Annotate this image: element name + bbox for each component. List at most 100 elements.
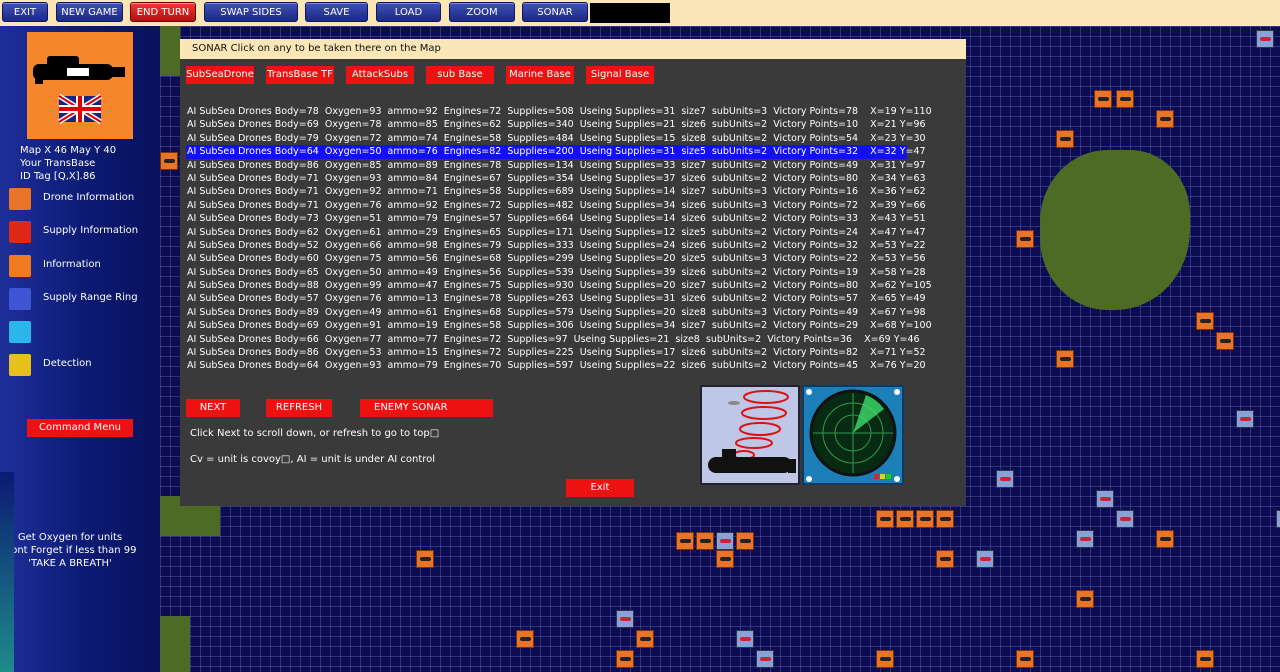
map-unit[interactable] [896, 510, 914, 528]
sonar-contact-list: AI SubSea Drones Body=78 Oxygen=93 ammo=… [186, 105, 966, 373]
map-unit[interactable] [516, 630, 534, 648]
map-unit[interactable] [676, 532, 694, 550]
filter-transbase-button[interactable]: TransBase TF [266, 66, 334, 84]
map-unit[interactable] [1056, 350, 1074, 368]
map-unit[interactable] [636, 630, 654, 648]
filter-sub-base-button[interactable]: sub Base [426, 66, 494, 84]
filter-subseadrone-button[interactable]: SubSeaDrone [186, 66, 254, 84]
map-unit[interactable] [876, 650, 894, 668]
sonar-contact-row[interactable]: AI SubSea Drones Body=73 Oxygen=51 ammo=… [186, 212, 966, 225]
sonar-contact-row[interactable]: AI SubSea Drones Body=86 Oxygen=85 ammo=… [186, 159, 966, 172]
map-unit[interactable] [1156, 110, 1174, 128]
sidebar-item-cyan-tile[interactable] [9, 321, 159, 343]
info-cross-icon [9, 255, 31, 277]
base-name: Your TransBase [20, 158, 96, 169]
map-unit[interactable] [1096, 490, 1114, 508]
sidebar: Map X 46 May Y 40 Your TransBase ID Tag … [0, 26, 160, 672]
map-unit[interactable] [736, 532, 754, 550]
radar-scope-icon [806, 389, 900, 482]
radar-illustration [802, 385, 904, 485]
map-unit[interactable] [1076, 530, 1094, 548]
sonar-contact-row[interactable]: AI SubSea Drones Body=71 Oxygen=76 ammo=… [186, 199, 966, 212]
map-unit[interactable] [1116, 510, 1134, 528]
top-toolbar: EXIT NEW GAME END TURN SWAP SIDES SAVE L… [0, 0, 1280, 26]
sidebar-item-detection[interactable]: Detection [9, 354, 159, 376]
sonar-contact-row[interactable]: AI SubSea Drones Body=64 Oxygen=50 ammo=… [186, 145, 926, 159]
uk-flag-icon [57, 93, 103, 125]
map-unit[interactable] [616, 650, 634, 668]
map-unit[interactable] [1016, 650, 1034, 668]
map-unit[interactable] [716, 550, 734, 568]
map-unit[interactable] [756, 650, 774, 668]
oxygen-tip-line-2: Dont Forget if less than 99 [3, 545, 137, 556]
map-unit[interactable] [1156, 530, 1174, 548]
refresh-button[interactable]: REFRESH [266, 399, 332, 417]
range-ring-icon [9, 288, 31, 310]
map-unit[interactable] [736, 630, 754, 648]
map-unit[interactable] [1116, 90, 1134, 108]
zoom-button[interactable]: ZOOM [449, 2, 515, 22]
sidebar-item-label: Supply Information [43, 225, 139, 236]
sonar-contact-row[interactable]: AI SubSea Drones Body=57 Oxygen=76 ammo=… [186, 292, 966, 305]
sonar-contact-row[interactable]: AI SubSea Drones Body=69 Oxygen=78 ammo=… [186, 118, 966, 131]
map-unit[interactable] [1056, 130, 1074, 148]
map-unit[interactable] [1236, 410, 1254, 428]
map-unit[interactable] [416, 550, 434, 568]
save-button[interactable]: SAVE [305, 2, 368, 22]
drone-icon [9, 188, 31, 210]
map-unit[interactable] [696, 532, 714, 550]
command-menu-button[interactable]: Command Menu [27, 419, 133, 437]
sonar-contact-row[interactable]: AI SubSea Drones Body=52 Oxygen=66 ammo=… [186, 239, 966, 252]
map-unit[interactable] [1094, 90, 1112, 108]
new-game-button[interactable]: NEW GAME [56, 2, 123, 22]
map-unit[interactable] [976, 550, 994, 568]
sonar-contact-row[interactable]: AI SubSea Drones Body=89 Oxygen=49 ammo=… [186, 306, 966, 319]
sidebar-item-supply-information[interactable]: Supply Information [9, 221, 159, 243]
sidebar-item-drone-information[interactable]: Drone Information [9, 188, 159, 210]
map-unit[interactable] [1276, 510, 1280, 528]
map-unit[interactable] [1076, 590, 1094, 608]
map-unit[interactable] [996, 470, 1014, 488]
map-unit[interactable] [916, 510, 934, 528]
load-button[interactable]: LOAD [376, 2, 441, 22]
map-unit[interactable] [160, 152, 178, 170]
map-unit[interactable] [716, 532, 734, 550]
filter-marine-base-button[interactable]: Marine Base [506, 66, 574, 84]
unit-portrait [27, 32, 133, 139]
map-unit[interactable] [1196, 650, 1214, 668]
oxygen-tip-line-1: Get Oxygen for units [17, 532, 123, 543]
map-unit[interactable] [1216, 332, 1234, 350]
sonar-contact-row[interactable]: AI SubSea Drones Body=71 Oxygen=92 ammo=… [186, 185, 966, 198]
sonar-contact-row[interactable]: AI SubSea Drones Body=69 Oxygen=91 ammo=… [186, 319, 966, 332]
detection-icon [9, 354, 31, 376]
sonar-contact-row[interactable]: AI SubSea Drones Body=66 Oxygen=77 ammo=… [186, 333, 966, 346]
sonar-contact-row[interactable]: AI SubSea Drones Body=62 Oxygen=61 ammo=… [186, 226, 966, 239]
map-unit[interactable] [1016, 230, 1034, 248]
map-unit[interactable] [1256, 30, 1274, 48]
filter-signal-base-button[interactable]: Signal Base [586, 66, 654, 84]
submarine-sonar-icon [702, 387, 798, 483]
map-unit[interactable] [616, 610, 634, 628]
sonar-contact-row[interactable]: AI SubSea Drones Body=71 Oxygen=93 ammo=… [186, 172, 966, 185]
end-turn-button[interactable]: END TURN [130, 2, 196, 22]
swap-sides-button[interactable]: SWAP SIDES [204, 2, 298, 22]
sidebar-item-information[interactable]: Information [9, 255, 159, 277]
exit-button[interactable]: EXIT [2, 2, 48, 22]
sonar-contact-row[interactable]: AI SubSea Drones Body=86 Oxygen=53 ammo=… [186, 346, 966, 359]
enemy-sonar-button[interactable]: ENEMY SONAR [360, 399, 493, 417]
map-unit[interactable] [876, 510, 894, 528]
map-unit[interactable] [1196, 312, 1214, 330]
filter-attacksubs-button[interactable]: AttackSubs [346, 66, 414, 84]
next-button[interactable]: NEXT [186, 399, 240, 417]
dialog-exit-button[interactable]: Exit [566, 479, 634, 497]
map-unit[interactable] [936, 550, 954, 568]
sonar-contact-row[interactable]: AI SubSea Drones Body=60 Oxygen=75 ammo=… [186, 252, 966, 265]
sonar-contact-row[interactable]: AI SubSea Drones Body=79 Oxygen=72 ammo=… [186, 132, 966, 145]
sonar-contact-row[interactable]: AI SubSea Drones Body=78 Oxygen=93 ammo=… [186, 105, 966, 118]
sonar-contact-row[interactable]: AI SubSea Drones Body=65 Oxygen=50 ammo=… [186, 266, 966, 279]
map-unit[interactable] [936, 510, 954, 528]
sonar-button[interactable]: SONAR [522, 2, 588, 22]
sidebar-item-supply-range-ring[interactable]: Supply Range Ring [9, 288, 159, 310]
sonar-contact-row[interactable]: AI SubSea Drones Body=88 Oxygen=99 ammo=… [186, 279, 966, 292]
sonar-contact-row[interactable]: AI SubSea Drones Body=64 Oxygen=93 ammo=… [186, 359, 966, 372]
